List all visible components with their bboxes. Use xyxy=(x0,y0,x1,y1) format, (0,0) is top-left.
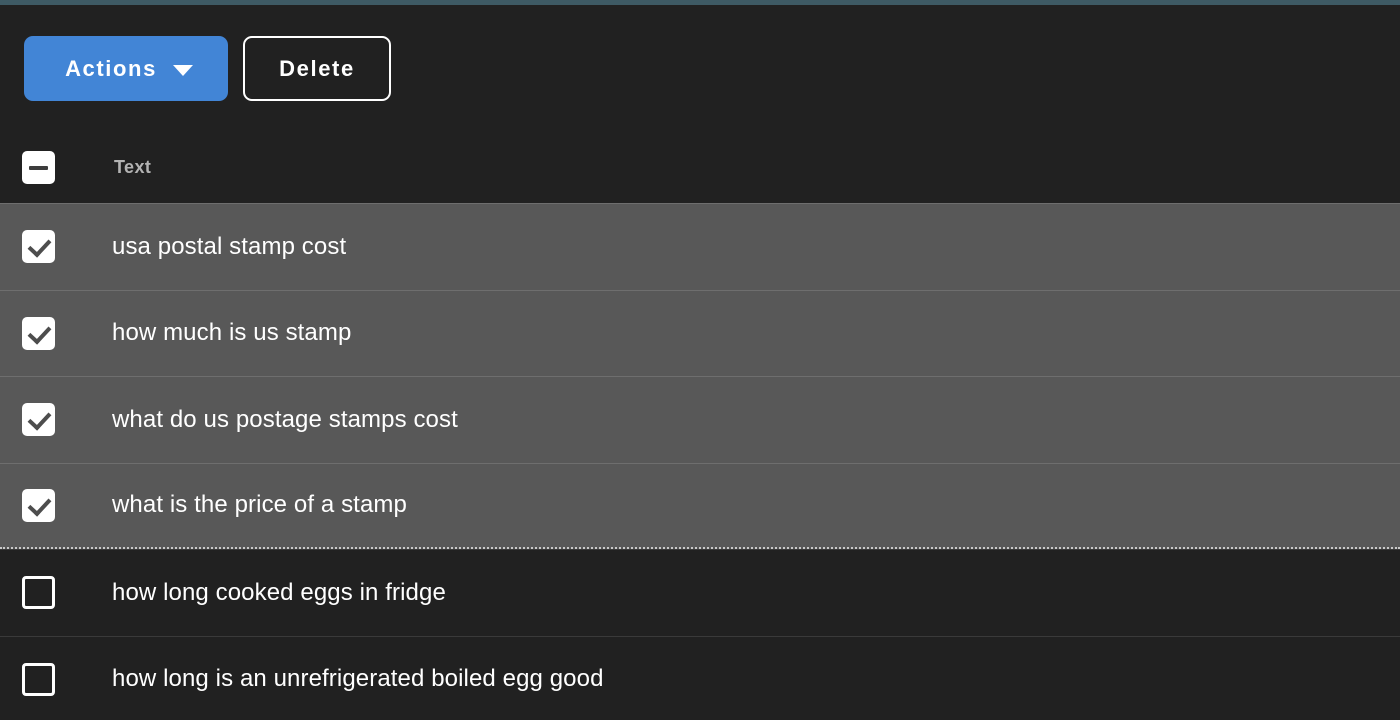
row-checkbox[interactable] xyxy=(22,316,55,350)
delete-button[interactable]: Delete xyxy=(243,36,391,101)
row-text: what do us postage stamps cost xyxy=(112,405,458,433)
table-row[interactable]: what do us postage stamps cost xyxy=(0,376,1400,463)
row-text: usa postal stamp cost xyxy=(112,232,347,260)
row-text: how much is us stamp xyxy=(112,319,352,347)
table-row[interactable]: how much is us stamp xyxy=(0,289,1400,376)
actions-button[interactable]: Actions xyxy=(24,36,228,101)
row-text: what is the price of a stamp xyxy=(112,491,407,519)
select-all-checkbox[interactable] xyxy=(22,151,55,184)
chevron-down-icon xyxy=(172,64,193,76)
table-row[interactable]: how long is an unrefrigerated boiled egg… xyxy=(0,635,1400,720)
table-row[interactable]: what is the price of a stamp xyxy=(0,462,1400,549)
delete-button-label: Delete xyxy=(279,55,355,81)
row-text: how long cooked eggs in fridge xyxy=(112,578,446,606)
row-text: how long is an unrefrigerated boiled egg… xyxy=(112,665,604,693)
table-row[interactable]: usa postal stamp cost xyxy=(0,203,1400,290)
row-checkbox[interactable] xyxy=(22,403,55,437)
actions-button-label: Actions xyxy=(65,55,157,81)
row-checkbox[interactable] xyxy=(22,576,55,610)
row-checkbox[interactable] xyxy=(22,230,55,264)
row-checkbox[interactable] xyxy=(22,662,55,696)
column-header-text: Text xyxy=(114,157,152,177)
row-checkbox[interactable] xyxy=(22,488,55,522)
toolbar: Actions Delete xyxy=(0,5,1400,132)
table-row[interactable]: how long cooked eggs in fridge xyxy=(0,549,1400,636)
table-header-row: Text xyxy=(0,132,1400,203)
results-table: Text usa postal stamp cost how much is u… xyxy=(0,132,1400,720)
app-window: Actions Delete Text usa postal stamp cos… xyxy=(0,0,1400,720)
